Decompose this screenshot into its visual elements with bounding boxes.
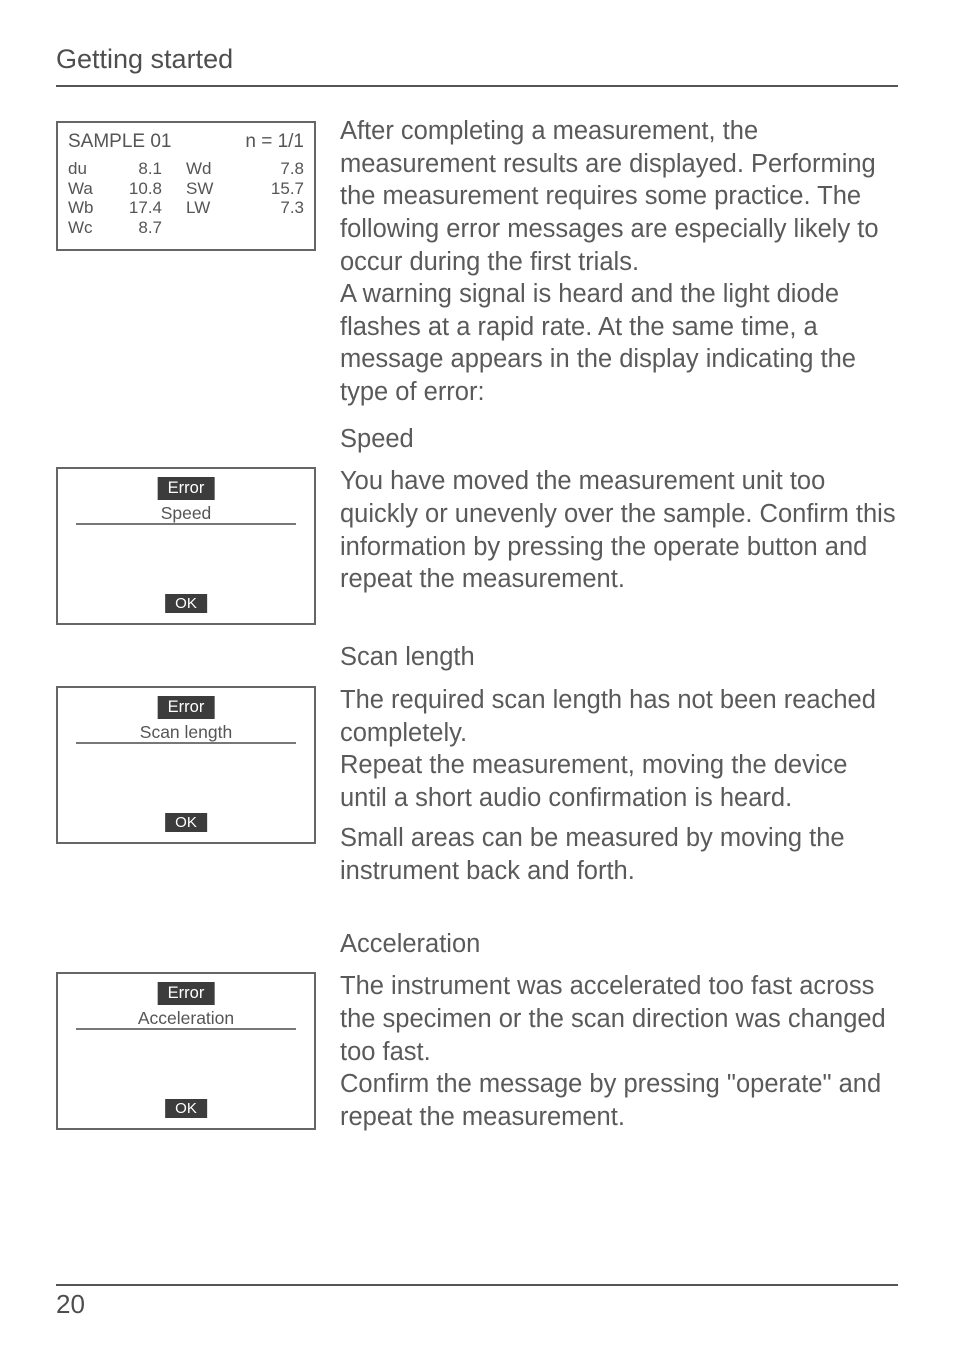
scan-length-title: Scan length <box>340 641 898 674</box>
left-col-sample: SAMPLE 01 n = 1/1 du Wa Wb Wc 8.1 10.8 <box>56 115 316 251</box>
sample-cell: 10.8 <box>108 179 162 199</box>
row-speed: Error Speed OK You have moved the measur… <box>56 465 898 625</box>
footer-rule <box>56 1284 898 1286</box>
acceleration-title: Acceleration <box>340 928 898 961</box>
sample-grid: du Wa Wb Wc 8.1 10.8 17.4 8.7 <box>68 159 304 237</box>
error-dialog-scanlength: Error Scan length OK <box>56 686 316 844</box>
sample-cell: 7.8 <box>226 159 304 179</box>
sample-cell: LW <box>186 198 226 218</box>
header-rule <box>56 85 898 87</box>
row-acceleration-title: Acceleration <box>56 918 898 967</box>
error-type-label: Speed <box>58 503 314 524</box>
content-area: SAMPLE 01 n = 1/1 du Wa Wb Wc 8.1 10.8 <box>56 115 898 1133</box>
sample-col-label-left: du Wa Wb Wc <box>68 159 108 237</box>
sample-cell: 8.7 <box>108 218 162 238</box>
sample-cell: 8.1 <box>108 159 162 179</box>
sample-col-value-right: 7.8 15.7 7.3 <box>226 159 304 237</box>
page: Getting started SAMPLE 01 n = 1/1 du Wa … <box>0 0 954 1354</box>
error-badge: Error <box>158 982 215 1005</box>
ok-badge: OK <box>165 594 207 613</box>
spacer <box>340 814 898 822</box>
sample-cell: SW <box>186 179 226 199</box>
speed-title: Speed <box>340 423 898 456</box>
left-col-scanlength-dialog: Error Scan length OK <box>56 684 316 844</box>
ok-badge: OK <box>165 813 207 832</box>
sample-title-row: SAMPLE 01 n = 1/1 <box>68 131 304 153</box>
error-badge: Error <box>158 477 215 500</box>
acceleration-paragraph: The instrument was accelerated too fast … <box>340 970 898 1133</box>
row-acceleration: Error Acceleration OK The instrument was… <box>56 970 898 1133</box>
page-number: 20 <box>56 1289 85 1320</box>
sample-n-label: n = 1/1 <box>245 131 304 153</box>
sample-col-label-right: Wd SW LW <box>186 159 226 237</box>
scan-length-paragraph-2: Small areas can be measured by moving th… <box>340 822 898 887</box>
sample-cell: Wa <box>68 179 108 199</box>
sample-cell: Wd <box>186 159 226 179</box>
error-type-label: Scan length <box>58 722 314 743</box>
sample-title: SAMPLE 01 <box>68 131 172 153</box>
sample-cell: 15.7 <box>226 179 304 199</box>
sample-col-value-left: 8.1 10.8 17.4 8.7 <box>108 159 162 237</box>
intro-paragraph: After completing a measurement, the meas… <box>340 115 898 409</box>
error-type-label: Acceleration <box>58 1008 314 1029</box>
scan-length-paragraph-1: The required scan length has not been re… <box>340 684 898 815</box>
sample-col-gap <box>162 159 186 237</box>
error-dialog-speed: Error Speed OK <box>56 467 316 625</box>
row-speed-title: Speed <box>56 413 898 462</box>
sample-cell: 17.4 <box>108 198 162 218</box>
sample-cell: Wb <box>68 198 108 218</box>
sample-cell: 7.3 <box>226 198 304 218</box>
left-col-acceleration-dialog: Error Acceleration OK <box>56 970 316 1130</box>
sample-cell: Wc <box>68 218 108 238</box>
error-divider <box>76 523 296 525</box>
speed-paragraph: You have moved the measurement unit too … <box>340 465 898 596</box>
error-dialog-acceleration: Error Acceleration OK <box>56 972 316 1130</box>
page-header-title: Getting started <box>56 44 898 75</box>
error-divider <box>76 1028 296 1030</box>
scan-length-paragraphs: The required scan length has not been re… <box>340 684 898 888</box>
error-badge: Error <box>158 696 215 719</box>
sample-cell: du <box>68 159 108 179</box>
ok-badge: OK <box>165 1099 207 1118</box>
left-col-speed-dialog: Error Speed OK <box>56 465 316 625</box>
row-scanlength: Error Scan length OK The required scan l… <box>56 684 898 888</box>
error-divider <box>76 742 296 744</box>
sample-display: SAMPLE 01 n = 1/1 du Wa Wb Wc 8.1 10.8 <box>56 121 316 251</box>
row-intro: SAMPLE 01 n = 1/1 du Wa Wb Wc 8.1 10.8 <box>56 115 898 409</box>
row-scanlength-title: Scan length <box>56 631 898 680</box>
